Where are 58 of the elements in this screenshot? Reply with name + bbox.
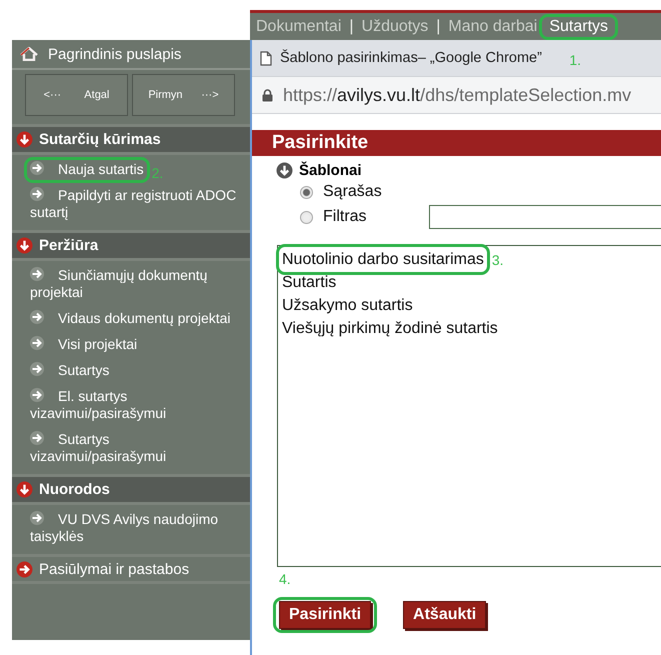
radio-button[interactable] xyxy=(300,186,313,198)
page-icon xyxy=(260,50,272,66)
list-option[interactable]: Nuotolinio darbo susitarimas xyxy=(282,248,484,271)
down-arrow-circle-icon xyxy=(16,481,33,498)
section-title: Šablonai xyxy=(299,162,362,179)
page-heading: Pasirinkite xyxy=(252,130,661,156)
arrow-icon xyxy=(30,431,44,445)
select-button[interactable]: Pasirinkti xyxy=(279,601,372,629)
down-arrow-circle-icon xyxy=(16,237,33,254)
sidebar-link[interactable]: Vidaus dokumentų projektai xyxy=(30,310,231,327)
arrow-icon xyxy=(30,161,44,175)
sidebar-link[interactable]: Pasiūlymai ir pastabos xyxy=(12,554,250,584)
section-header[interactable]: Peržiūra xyxy=(12,230,250,261)
arrow-icon xyxy=(30,187,44,201)
url-text[interactable]: https://avilys.vu.lt/dhs/templateSelection.mv xyxy=(283,84,632,106)
list-option[interactable]: Viešųjų pirkimų žodinė sutartis xyxy=(282,317,498,340)
step-number: 1. xyxy=(569,52,582,68)
step-number: 4. xyxy=(279,571,291,587)
template-list[interactable]: Nuotolinio darbo susitarimas 3. Sutartis Užsakymo sutartis Viešųjų pirkimų žodinė sutartis xyxy=(277,245,661,567)
radio-label: Sąrašas xyxy=(323,183,382,201)
section-header[interactable]: Nuorodos xyxy=(12,474,250,505)
sidebar-link[interactable]: Papildyti ar registruoti ADOC sutartį xyxy=(30,187,244,221)
sidebar-link[interactable]: VU DVS Avilys naudojimo taisyklės xyxy=(30,511,244,545)
arrow-icon xyxy=(30,310,44,324)
window-title: Šablono pasirinkimas– „Google Chrome” xyxy=(280,50,542,66)
home-icon xyxy=(20,47,38,61)
radio-button[interactable] xyxy=(300,210,313,224)
nav-tab[interactable]: Sutartys xyxy=(545,18,612,34)
arrow-icon xyxy=(30,336,44,350)
sidebar-link[interactable]: Siunčiamųjų dokumentų projektai xyxy=(30,267,244,301)
step-number: 2. xyxy=(152,165,164,181)
forward-button[interactable]: Pirmyn ···> xyxy=(132,74,235,116)
sidebar-link[interactable]: El. sutartys vizavimui/pasirašymui xyxy=(30,388,244,422)
sidebar-link[interactable]: Sutartys vizavimui/pasirašymui xyxy=(30,431,244,465)
home-link[interactable]: Pagrindinis puslapis xyxy=(12,40,250,70)
nav-tab[interactable]: Dokumentai xyxy=(252,18,346,34)
down-arrow-circle-icon xyxy=(16,131,33,148)
down-arrow-circle-icon xyxy=(276,162,293,179)
arrow-icon xyxy=(30,267,44,281)
back-button[interactable]: <··· Atgal xyxy=(25,74,128,116)
right-arrow-circle-icon xyxy=(16,560,33,578)
radio-label: Filtras xyxy=(323,208,367,226)
lock-icon xyxy=(262,88,273,102)
list-option[interactable]: Užsakymo sutartis xyxy=(282,294,413,317)
arrow-icon xyxy=(30,388,44,402)
arrow-icon xyxy=(30,511,44,525)
separator: | xyxy=(349,18,354,36)
nav-tab[interactable]: Mano darbai xyxy=(444,18,542,34)
list-option[interactable]: Sutartis xyxy=(282,271,336,294)
sidebar-link[interactable]: Visi projektai xyxy=(30,336,138,353)
sidebar-link[interactable]: Sutartys xyxy=(30,362,110,379)
sidebar-link[interactable]: Nauja sutartis xyxy=(30,161,144,178)
cancel-button[interactable]: Atšaukti xyxy=(403,601,486,629)
section-header[interactable]: Sutarčių kūrimas xyxy=(12,124,250,155)
arrow-icon xyxy=(30,362,44,376)
separator: | xyxy=(436,18,440,36)
nav-tab[interactable]: Užduotys xyxy=(358,18,432,34)
step-number: 3. xyxy=(492,252,504,268)
